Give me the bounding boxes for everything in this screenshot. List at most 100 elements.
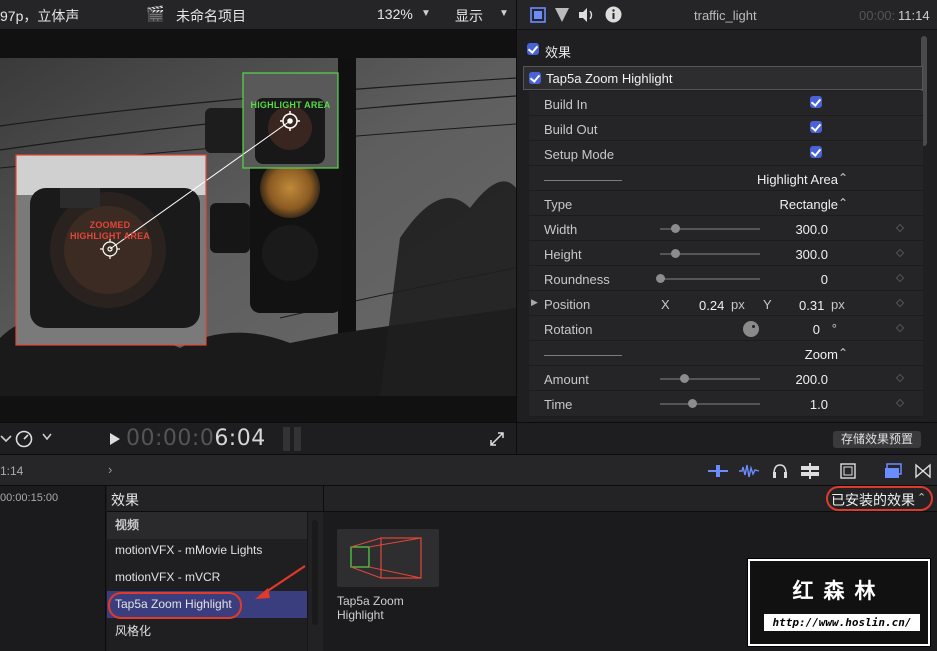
param-label: Time <box>544 397 573 412</box>
display-menu[interactable]: 显示 <box>455 6 483 26</box>
height-slider[interactable] <box>660 249 760 258</box>
setup-mode-checkbox[interactable] <box>810 146 822 158</box>
effect-thumbnail[interactable] <box>337 529 439 587</box>
position-x-unit: px <box>731 297 745 312</box>
roundness-slider[interactable] <box>656 274 760 283</box>
duration-dim: 00:00: <box>859 8 896 23</box>
effect-header-row[interactable]: Tap5a Zoom Highlight <box>523 66 923 90</box>
param-amount: Amount 200.0 <box>529 366 923 391</box>
keyframe-icon[interactable] <box>895 373 905 383</box>
param-label: Type <box>544 197 573 212</box>
group-highlight-area[interactable]: —————— Highlight Area ⌃ <box>529 166 923 191</box>
effect-thumbnail-caption: Tap5a Zoom Highlight <box>337 594 404 622</box>
keyframe-icon[interactable] <box>895 323 905 333</box>
type-popup[interactable]: Rectangle <box>779 197 838 212</box>
playhead-timecode[interactable]: 00:00:06:04 <box>126 426 266 451</box>
annotation-arrow-icon <box>255 565 306 599</box>
audio-meter-right <box>294 427 301 451</box>
param-label: Build Out <box>544 122 598 137</box>
audio-inspector-icon[interactable] <box>578 7 596 23</box>
keyframe-icon[interactable] <box>895 223 905 233</box>
width-slider[interactable] <box>660 224 760 233</box>
info-inspector-icon[interactable] <box>605 6 622 23</box>
param-height: Height 300.0 <box>529 241 923 266</box>
video-inspector-icon[interactable] <box>530 7 546 23</box>
position-y-axis: Y <box>763 297 772 312</box>
param-label: Build In <box>544 97 588 112</box>
param-build-out: Build Out <box>529 116 923 141</box>
timecode-dim: 00:00:0 <box>126 426 215 451</box>
width-value[interactable]: 300.0 <box>795 222 828 237</box>
rotation-value[interactable]: 0 <box>813 322 820 337</box>
group-divider: —————— <box>544 172 622 187</box>
amount-value[interactable]: 200.0 <box>795 372 828 387</box>
height-value[interactable]: 300.0 <box>795 247 828 262</box>
transitions-browser-icon[interactable] <box>915 463 931 479</box>
group-popup-icon[interactable]: ⌃ <box>838 171 848 185</box>
zoom-level[interactable]: 132% <box>377 6 413 22</box>
tool-menu-icon[interactable] <box>0 431 12 445</box>
type-popup-icon[interactable]: ⌃ <box>838 196 848 210</box>
keyframe-icon[interactable] <box>895 398 905 408</box>
zoom-chevron-icon[interactable]: ▼ <box>421 8 431 19</box>
position-y-value[interactable]: 0.31 <box>799 298 824 313</box>
timecode-bright: 6:04 <box>214 426 266 451</box>
keyframe-icon[interactable] <box>895 273 905 283</box>
position-x-value[interactable]: 0.24 <box>699 298 724 313</box>
timeline-area[interactable]: 00:00:15:00 <box>0 486 106 651</box>
roundness-value[interactable]: 0 <box>821 272 828 287</box>
project-name[interactable]: 未命名项目 <box>176 6 246 26</box>
disclosure-triangle-icon[interactable]: ▶ <box>531 297 538 308</box>
timeline-forward-icon[interactable]: › <box>108 462 112 477</box>
param-label: Roundness <box>544 272 610 287</box>
inspector-footer: 存储效果预置 <box>516 422 937 454</box>
audio-skimming-icon[interactable] <box>708 464 728 478</box>
color-inspector-icon[interactable] <box>555 7 569 23</box>
clapper-icon: 🎬 <box>146 6 165 23</box>
param-roundness: Roundness 0 <box>529 266 923 291</box>
headphones-icon[interactable] <box>772 463 788 479</box>
group-zoom[interactable]: —————— Zoom ⌃ <box>529 341 923 366</box>
inspector-toolbar: traffic_light 00:00: 11:14 <box>516 0 937 30</box>
build-in-checkbox[interactable] <box>810 96 822 108</box>
effects-browser-title: 效果 <box>111 492 139 508</box>
group-popup-icon[interactable]: ⌃ <box>838 346 848 360</box>
snapping-icon[interactable] <box>800 463 820 479</box>
param-label: Height <box>544 247 582 262</box>
build-out-checkbox[interactable] <box>810 121 822 133</box>
waveform-icon[interactable] <box>738 463 760 479</box>
filmstrip-icon[interactable] <box>840 463 856 479</box>
viewer-canvas[interactable]: HIGHLIGHT AREA ZOOMED HIGHLIGHT AREA <box>0 58 516 396</box>
param-label: Amount <box>544 372 589 387</box>
group-title: Zoom <box>804 347 838 362</box>
keyframe-icon[interactable] <box>895 248 905 258</box>
selection-annotation-ring <box>108 592 242 619</box>
category-item[interactable]: 风格化 <box>107 618 307 645</box>
rotation-dial[interactable] <box>743 321 759 337</box>
amount-slider[interactable] <box>660 374 760 383</box>
display-chevron-icon[interactable]: ▼ <box>499 8 509 19</box>
watermark-title: 红森林 <box>792 578 886 603</box>
save-effects-preset-button[interactable]: 存储效果预置 <box>832 431 921 448</box>
timeline-ruler-time: 00:00:15:00 <box>0 492 59 504</box>
viewer-letterbox-bottom <box>0 396 516 422</box>
time-value[interactable]: 1.0 <box>810 397 828 412</box>
effects-section-title: 效果 <box>545 45 572 60</box>
speed-chevron-icon[interactable] <box>42 433 52 441</box>
keyframe-icon[interactable] <box>895 298 905 308</box>
installed-effects-popup[interactable]: 已安装的效果 ⌃ <box>826 486 933 511</box>
viewer-letterbox-top <box>0 30 516 58</box>
param-label: Rotation <box>544 322 593 337</box>
fullscreen-icon[interactable] <box>489 431 505 447</box>
effect-enable-checkbox[interactable] <box>529 72 541 84</box>
time-slider[interactable] <box>660 399 760 408</box>
category-item[interactable]: motionVFX - mMovie Lights <box>107 537 307 564</box>
param-setup-mode: Setup Mode <box>529 141 923 166</box>
param-width: Width 300.0 <box>529 216 923 241</box>
watermark-badge: 红森林 http://www.hoslin.cn/ <box>747 558 931 647</box>
effects-browser-icon[interactable] <box>884 463 902 479</box>
effects-section-checkbox[interactable] <box>527 43 539 55</box>
speed-gauge-icon[interactable] <box>14 429 34 449</box>
position-x-axis: X <box>661 297 670 312</box>
play-icon[interactable] <box>110 433 120 445</box>
